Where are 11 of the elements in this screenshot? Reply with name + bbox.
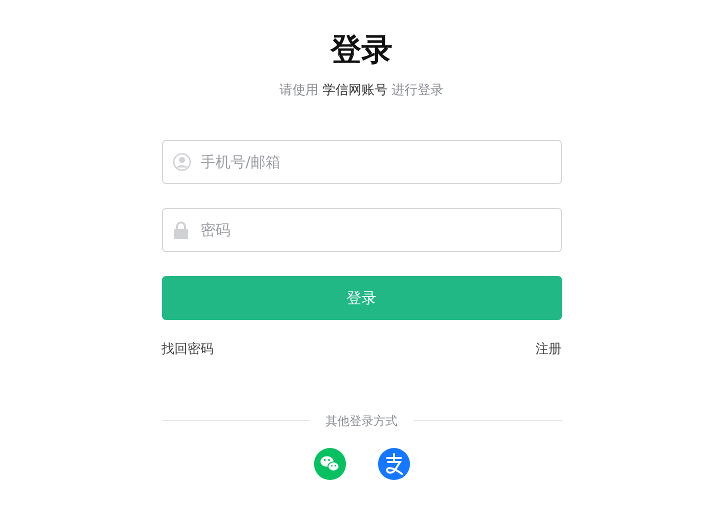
user-icon <box>172 153 190 171</box>
account-field[interactable]: 手机号/邮箱 <box>162 140 562 184</box>
page-title: 登录 <box>329 31 394 70</box>
register-link[interactable]: 注册 <box>536 340 562 360</box>
lock-icon <box>172 221 188 239</box>
chat-bubbles-icon[interactable] <box>314 448 346 480</box>
subtitle-text: 请使用 学信网账号 进行登录 <box>278 82 445 100</box>
other-login-label: 其他登录方式 <box>326 412 398 430</box>
password-field[interactable]: 密码 <box>162 208 562 252</box>
forgot-password-link[interactable]: 找回密码 <box>162 340 214 360</box>
payment-logo-icon[interactable] <box>378 448 410 480</box>
